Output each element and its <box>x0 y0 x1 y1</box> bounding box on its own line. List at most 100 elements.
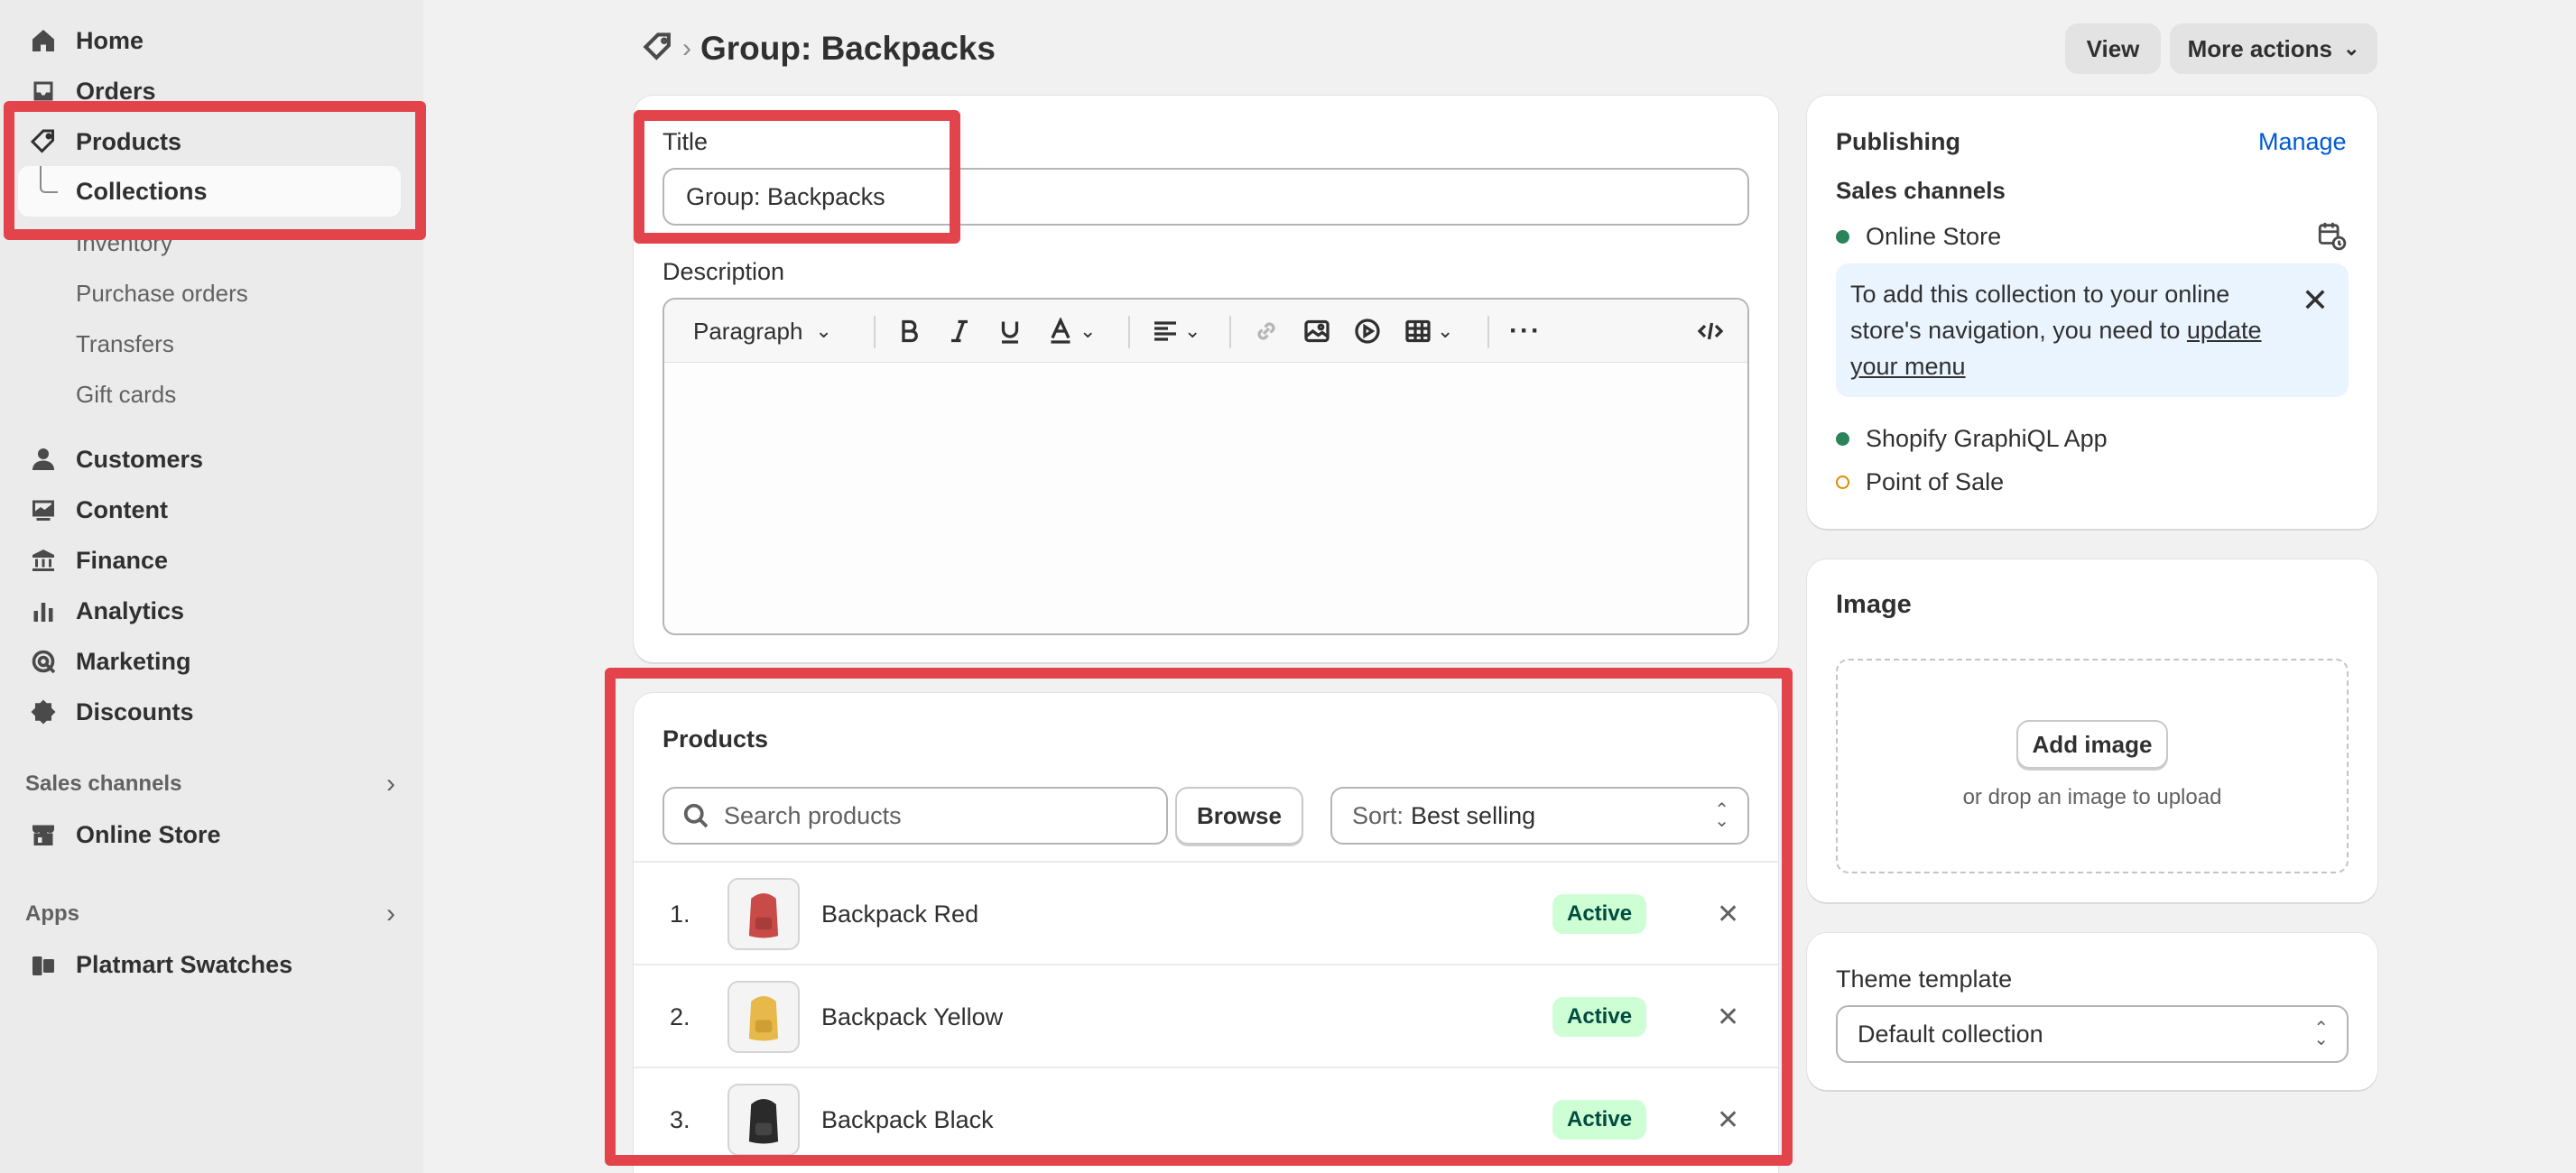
tree-elbow <box>40 166 58 193</box>
paragraph-select[interactable]: Paragraph ⌄ <box>693 300 832 363</box>
description-editor[interactable]: Paragraph ⌄ ⌄ ⌄ ⌄ ··· <box>663 298 1749 635</box>
nav-online-store-label: Online Store <box>76 820 221 848</box>
remove-icon[interactable]: ✕ <box>1717 1068 1739 1171</box>
nav-analytics[interactable]: Analytics <box>25 588 184 633</box>
more-icon[interactable]: ··· <box>1509 300 1542 363</box>
calendar-clock-icon[interactable] <box>2316 220 2347 255</box>
product-name[interactable]: Backpack Red <box>821 863 978 965</box>
channel-point-of-sale: Point of Sale <box>1836 464 2004 500</box>
sales-channels-heading: Sales channels <box>25 771 182 796</box>
inactive-dot <box>1836 475 1849 489</box>
bank-icon <box>25 542 61 578</box>
underline-icon[interactable] <box>996 300 1024 363</box>
row-number: 3. <box>670 1105 690 1133</box>
nav-inventory[interactable]: Inventory <box>76 222 172 263</box>
select-arrows-icon: ⌃ ⌄ <box>1714 800 1729 831</box>
breadcrumb-separator: › <box>682 33 691 63</box>
nav-orders-label: Orders <box>76 77 156 105</box>
browse-button[interactable]: Browse <box>1175 787 1303 845</box>
nav-transfers[interactable]: Transfers <box>76 323 174 365</box>
breadcrumb: › Group: Backpacks <box>643 23 996 74</box>
italic-icon[interactable] <box>946 300 973 363</box>
bold-icon[interactable] <box>895 300 922 363</box>
select-arrows-icon: ⌃ ⌄ <box>2313 1019 2329 1049</box>
view-button[interactable]: View <box>2065 23 2161 74</box>
search-products-input[interactable]: Search products <box>663 787 1168 845</box>
title-label: Title <box>663 128 709 155</box>
description-label: Description <box>663 258 785 285</box>
table-icon[interactable]: ⌄ <box>1404 300 1453 363</box>
nav-products[interactable]: Products <box>25 119 181 164</box>
search-icon <box>683 803 709 828</box>
remove-icon[interactable]: ✕ <box>1717 965 1739 1068</box>
nav-home-label: Home <box>76 26 144 54</box>
remove-icon[interactable]: ✕ <box>1717 863 1739 965</box>
theme-template-label: Theme template <box>1836 965 2013 993</box>
channel-name: Point of Sale <box>1866 467 2005 495</box>
nav-online-store[interactable]: Online Store <box>25 812 221 857</box>
sort-value: Best selling <box>1411 801 1536 829</box>
link-icon[interactable] <box>1253 300 1280 363</box>
channel-online-store: Online Store <box>1836 218 2001 254</box>
tag-icon[interactable] <box>643 32 673 67</box>
channel-name: Online Store <box>1866 222 2002 250</box>
status-badge: Active <box>1552 894 1647 934</box>
product-name[interactable]: Backpack Yellow <box>821 965 1003 1068</box>
nav-discounts[interactable]: Discounts <box>25 689 194 734</box>
nav-home[interactable]: Home <box>25 18 144 63</box>
more-actions-button[interactable]: More actions ⌄ <box>2170 23 2377 74</box>
sidebar: Home Orders Products Collections Invento… <box>0 0 423 1173</box>
apps-heading: Apps <box>25 901 79 926</box>
product-name[interactable]: Backpack Black <box>821 1068 994 1171</box>
nav-finance[interactable]: Finance <box>25 538 168 583</box>
row-number: 1. <box>670 900 690 928</box>
code-icon[interactable] <box>1697 300 1724 363</box>
nav-purchase-orders[interactable]: Purchase orders <box>76 272 248 314</box>
close-icon[interactable]: ✕ <box>2302 282 2329 319</box>
status-badge: Active <box>1552 997 1647 1037</box>
table-row[interactable]: 2. Backpack Yellow Active ✕ <box>634 964 1778 1067</box>
video-icon[interactable] <box>1354 300 1381 363</box>
sort-select[interactable]: Sort: Best selling ⌃ ⌄ <box>1330 787 1749 845</box>
backpack-red-image <box>748 893 779 938</box>
toolbar-divider <box>874 316 876 348</box>
theme-template-value: Default collection <box>1858 1020 2043 1048</box>
channel-name: Shopify GraphiQL App <box>1866 424 2108 452</box>
text-color-icon[interactable]: ⌄ <box>1047 300 1096 363</box>
nav-gift-cards[interactable]: Gift cards <box>76 374 176 415</box>
backpack-black-image <box>748 1099 779 1144</box>
toolbar-divider <box>1487 316 1489 348</box>
bar-chart-icon <box>25 593 61 629</box>
chevron-down-icon: ⌄ <box>815 319 832 342</box>
banner-text: To add this collection to your online st… <box>1850 276 2284 384</box>
inbox-icon <box>25 73 61 109</box>
nav-orders[interactable]: Orders <box>25 69 156 114</box>
table-row[interactable]: 3. Backpack Black Active ✕ <box>634 1067 1778 1169</box>
paragraph-label: Paragraph <box>693 317 803 345</box>
nav-customers[interactable]: Customers <box>25 437 203 482</box>
image-icon[interactable] <box>1303 300 1330 363</box>
status-badge: Active <box>1552 1100 1647 1140</box>
active-dot <box>1836 229 1849 244</box>
sales-channels-label: Sales channels <box>1836 177 2006 204</box>
nav-collections[interactable]: Collections <box>18 166 401 217</box>
row-number: 2. <box>670 1002 690 1030</box>
nav-finance-label: Finance <box>76 546 169 574</box>
chevron-right-icon: › <box>386 769 395 799</box>
products-heading: Products <box>663 725 769 753</box>
product-thumbnail <box>727 981 800 1053</box>
nav-platmart-label: Platmart Swatches <box>76 950 293 978</box>
sales-channels-section[interactable]: Sales channels › <box>25 769 395 799</box>
nav-marketing[interactable]: Marketing <box>25 639 191 684</box>
apps-section[interactable]: Apps › <box>25 899 395 929</box>
add-image-button[interactable]: Add image <box>2016 720 2168 769</box>
manage-link[interactable]: Manage <box>2258 128 2347 156</box>
title-input[interactable]: Group: Backpacks <box>663 168 1749 226</box>
nav-platmart-swatches[interactable]: Platmart Swatches <box>25 942 292 987</box>
table-row[interactable]: 1. Backpack Red Active ✕ <box>634 861 1778 964</box>
align-icon[interactable]: ⌄ <box>1152 300 1200 363</box>
product-thumbnail <box>727 1084 800 1156</box>
theme-template-select[interactable]: Default collection ⌃ ⌄ <box>1836 1005 2349 1063</box>
toolbar-divider <box>1128 316 1130 348</box>
nav-content[interactable]: Content <box>25 487 168 532</box>
